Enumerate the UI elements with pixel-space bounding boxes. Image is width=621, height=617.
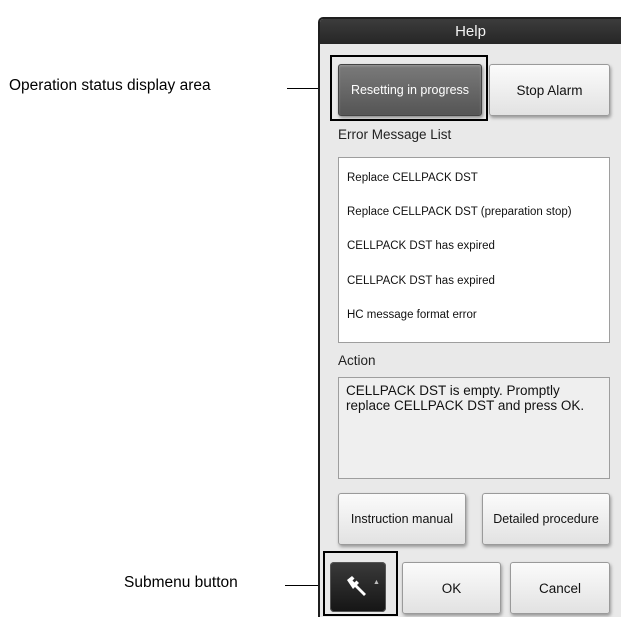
- operation-status-highlight: [330, 55, 488, 121]
- dialog-title: Help: [320, 19, 621, 44]
- list-item[interactable]: HC message format error: [347, 309, 477, 321]
- detailed-procedure-button[interactable]: Detailed procedure: [482, 493, 610, 545]
- error-message-list-label: Error Message List: [338, 127, 452, 142]
- list-item[interactable]: Replace CELLPACK DST: [347, 172, 478, 184]
- list-item[interactable]: CELLPACK DST has expired: [347, 240, 495, 252]
- operation-status-callout-label: Operation status display area: [9, 77, 211, 94]
- list-item[interactable]: Replace CELLPACK DST (preparation stop): [347, 206, 572, 218]
- action-text: CELLPACK DST is empty. Promptly replace …: [338, 377, 610, 479]
- ok-button[interactable]: OK: [402, 562, 501, 614]
- submenu-highlight: [323, 551, 398, 616]
- stop-alarm-button[interactable]: Stop Alarm: [489, 64, 610, 116]
- cancel-button[interactable]: Cancel: [510, 562, 610, 614]
- list-item[interactable]: CELLPACK DST has expired: [347, 275, 495, 287]
- error-message-list[interactable]: Replace CELLPACK DST Replace CELLPACK DS…: [338, 157, 610, 343]
- submenu-callout-label: Submenu button: [124, 574, 238, 591]
- instruction-manual-button[interactable]: Instruction manual: [338, 493, 466, 545]
- action-label: Action: [338, 353, 376, 368]
